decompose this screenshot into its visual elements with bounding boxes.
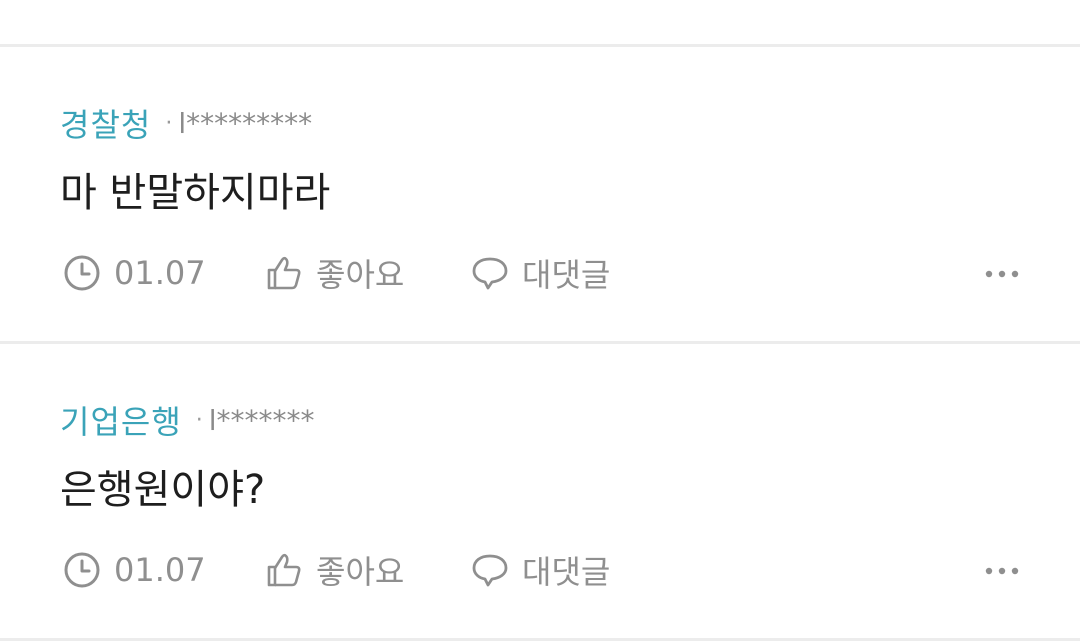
speech-bubble-icon <box>470 550 510 590</box>
reply-button[interactable]: 대댓글 <box>470 546 610 594</box>
reply-label: 대댓글 <box>522 256 611 294</box>
like-label: 좋아요 <box>316 553 405 591</box>
comment-item: 경찰청 · l********* 마 반말하지마라 01.07 좋아요 대댓글 <box>0 47 1080 341</box>
more-dots-icon <box>984 561 1020 580</box>
like-button[interactable]: 좋아요 <box>264 546 404 594</box>
comment-date-text: 01.07 <box>114 254 206 292</box>
meta-separator: · <box>195 407 203 433</box>
thumbs-up-icon <box>264 253 304 293</box>
like-label: 좋아요 <box>316 256 405 294</box>
comment-item: 기업은행 · l******* 은행원이야? 01.07 좋아요 대댓글 <box>0 344 1080 638</box>
clock-icon <box>62 550 102 590</box>
reply-label: 대댓글 <box>522 553 611 591</box>
reply-button[interactable]: 대댓글 <box>470 249 610 297</box>
comment-user-id: l******* <box>208 403 315 437</box>
comment-author[interactable]: 경찰청 <box>60 100 151 146</box>
comment-text: 은행원이야? <box>60 467 266 513</box>
comment-user-id: l********* <box>178 106 313 140</box>
comment-date: 01.07 <box>62 546 206 594</box>
comment-actions: 01.07 좋아요 대댓글 <box>62 546 1022 594</box>
speech-bubble-icon <box>470 253 510 293</box>
comment-text: 마 반말하지마라 <box>60 170 331 216</box>
divider-bottom <box>0 638 1080 641</box>
like-button[interactable]: 좋아요 <box>264 249 404 297</box>
comment-actions: 01.07 좋아요 대댓글 <box>62 249 1022 297</box>
more-button[interactable] <box>982 550 1022 590</box>
comment-meta: 기업은행 · l******* <box>60 397 315 443</box>
comment-date: 01.07 <box>62 249 206 297</box>
more-dots-icon <box>984 264 1020 283</box>
comment-date-text: 01.07 <box>114 551 206 589</box>
comment-meta: 경찰청 · l********* <box>60 100 313 146</box>
thumbs-up-icon <box>264 550 304 590</box>
more-button[interactable] <box>982 253 1022 293</box>
clock-icon <box>62 253 102 293</box>
comment-author[interactable]: 기업은행 <box>60 397 182 443</box>
meta-separator: · <box>165 110 173 136</box>
